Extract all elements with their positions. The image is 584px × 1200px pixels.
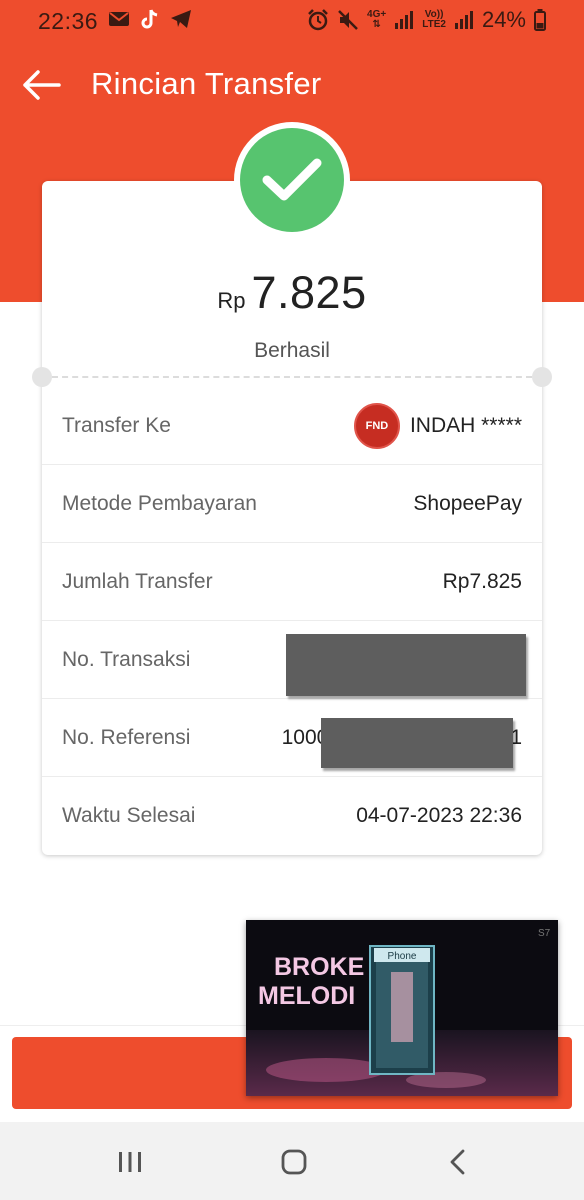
- alarm-icon: [308, 9, 328, 31]
- system-nav-bar: [0, 1122, 584, 1200]
- volte-icon: Vo)) LTE2: [422, 10, 446, 30]
- detail-row-reference-no: No. Referensi 1000 1: [42, 699, 542, 777]
- detail-row-transfer-to: Transfer Ke FND INDAH *****: [42, 387, 542, 465]
- receipt-card: Rp 7.825 Berhasil Transfer Ke FND INDAH *…: [32, 181, 552, 855]
- video-corner-mark: S7: [538, 928, 551, 939]
- status-bar: 22:36 4G+ ⇅ Vo)) LTE2 24%: [0, 0, 584, 40]
- payment-method-value: ShopeePay: [413, 491, 522, 515]
- detail-row-completed-time: Waktu Selesai 04-07-2023 22:36: [42, 777, 542, 855]
- redacted-reference-no: [321, 718, 513, 768]
- floating-video-player[interactable]: Phone BROKE MELODI S7: [246, 920, 558, 1096]
- battery-icon: [534, 9, 546, 31]
- dashed-divider: [52, 376, 532, 378]
- home-icon: [281, 1149, 307, 1175]
- chevron-left-icon: [450, 1149, 465, 1175]
- amount-value: 7.825: [251, 267, 367, 318]
- mail-icon: [109, 12, 129, 26]
- completed-time-value: 04-07-2023 22:36: [356, 804, 522, 827]
- amount-detail-value: Rp7.825: [442, 569, 522, 593]
- bank-logo: FND: [353, 402, 400, 449]
- detail-row-payment-method: Metode Pembayaran ShopeePay: [42, 465, 542, 543]
- video-text-line2: MELODI: [258, 982, 355, 1010]
- card-notch-left: [32, 367, 52, 387]
- recipient-name: INDAH *****: [409, 413, 522, 437]
- booth-sign: Phone: [388, 951, 417, 962]
- success-badge: [234, 122, 350, 238]
- transfer-to-label: Transfer Ke: [62, 413, 171, 437]
- payment-method-label: Metode Pembayaran: [62, 491, 257, 515]
- arrow-left-icon: [23, 70, 61, 100]
- page-title: Rincian Transfer: [91, 66, 322, 101]
- amount-label: Jumlah Transfer: [62, 569, 213, 593]
- transaction-no-label: No. Transaksi: [62, 647, 191, 671]
- transfer-to-value: FND INDAH *****: [353, 402, 522, 449]
- status-time: 22:36: [38, 8, 99, 34]
- volte-label-2: LTE2: [422, 19, 446, 30]
- success-circle: [240, 128, 344, 232]
- video-text-line1: BROKE: [274, 953, 364, 981]
- completed-time-label: Waktu Selesai: [62, 804, 196, 827]
- home-button[interactable]: [264, 1140, 324, 1184]
- recent-apps-button[interactable]: [100, 1140, 160, 1184]
- tiktok-icon: [141, 9, 158, 29]
- reference-no-label: No. Referensi: [62, 725, 191, 749]
- back-button[interactable]: [18, 62, 64, 108]
- video-frame: Phone BROKE MELODI S7: [246, 920, 558, 1096]
- details-list: Transfer Ke FND INDAH ***** Metode Pemba…: [42, 387, 542, 855]
- checkmark-icon: [262, 158, 322, 201]
- 4g-icon: 4G+ ⇅: [367, 9, 387, 30]
- status-left-icons: [108, 8, 192, 30]
- app-bar: Rincian Transfer: [0, 48, 584, 120]
- battery-percent: 24%: [481, 7, 526, 32]
- nav-back-button[interactable]: [428, 1140, 488, 1184]
- card-notch-right: [532, 367, 552, 387]
- mute-icon: [338, 10, 358, 30]
- status-right-icons: 4G+ ⇅ Vo)) LTE2 24%: [307, 7, 546, 33]
- telegram-icon: [171, 10, 191, 28]
- currency-label: Rp: [217, 288, 246, 313]
- detail-row-transaction-no: No. Transaksi: [42, 621, 542, 699]
- phone-booth: Phone: [369, 945, 435, 1075]
- redacted-transaction-no: [286, 634, 526, 696]
- transfer-amount: Rp 7.825: [42, 267, 542, 319]
- status-label: Berhasil: [254, 339, 330, 362]
- detail-row-amount: Jumlah Transfer Rp7.825: [42, 543, 542, 621]
- signal-icon: [454, 11, 473, 29]
- signal-icon: [395, 11, 414, 29]
- recent-apps-icon: [119, 1152, 141, 1172]
